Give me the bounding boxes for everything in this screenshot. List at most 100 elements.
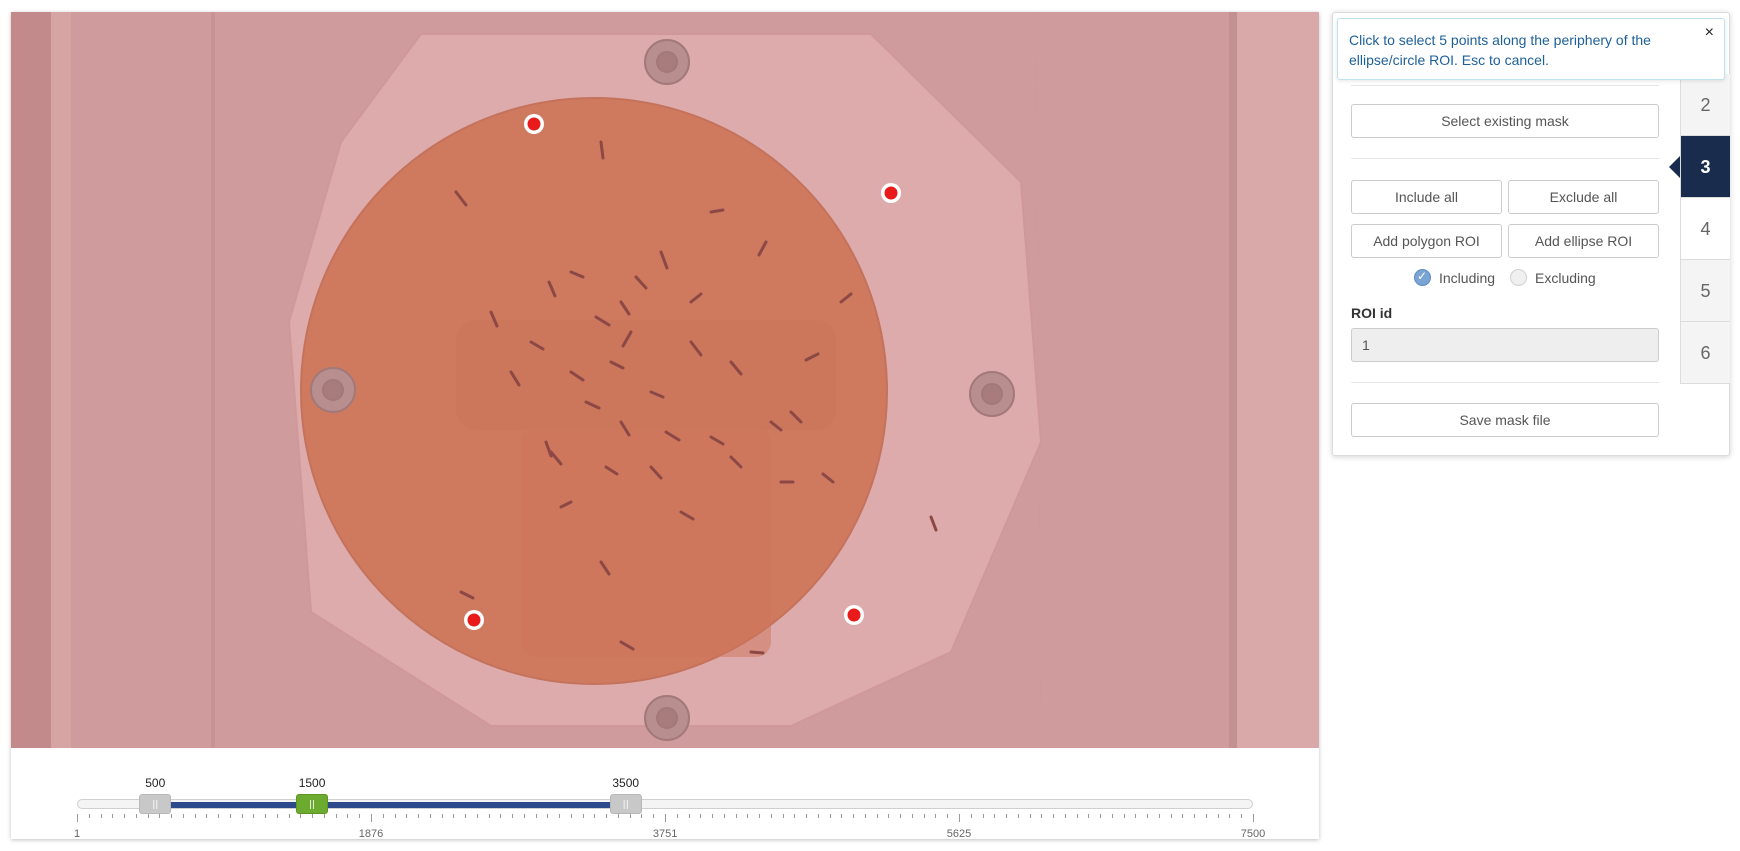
range-end-label: 3500 xyxy=(612,776,640,790)
slider-tick xyxy=(429,814,431,818)
slider-tick xyxy=(88,814,90,818)
excluding-radio[interactable] xyxy=(1510,269,1527,286)
selected-range-fill xyxy=(155,802,626,808)
slider-tick xyxy=(1017,814,1019,818)
close-icon[interactable]: × xyxy=(1705,24,1714,42)
slider-tick xyxy=(582,814,584,818)
slider-tick xyxy=(559,814,561,818)
slider-tick xyxy=(535,814,537,818)
slider-tick xyxy=(147,814,149,818)
slider-tick xyxy=(406,814,408,818)
step-tab-2[interactable]: 2 xyxy=(1680,74,1730,136)
slider-tick xyxy=(135,814,137,818)
slider-tick xyxy=(1229,814,1231,818)
add-ellipse-roi-button[interactable]: Add ellipse ROI xyxy=(1508,224,1659,258)
axis-label: 1 xyxy=(73,828,81,840)
exclude-all-button[interactable]: Exclude all xyxy=(1508,180,1659,214)
slider-tick xyxy=(982,814,984,818)
add-polygon-roi-button[interactable]: Add polygon ROI xyxy=(1351,224,1502,258)
step-tab-4[interactable]: 4 xyxy=(1680,198,1730,260)
slider-tick xyxy=(1123,814,1125,818)
divider xyxy=(1351,382,1659,383)
slider-tick xyxy=(194,814,196,818)
slider-tick xyxy=(923,814,925,818)
slider-tick xyxy=(453,814,455,818)
slider-tick xyxy=(723,814,725,818)
excluding-label: Excluding xyxy=(1535,270,1596,286)
range-end-handle[interactable]: || xyxy=(609,794,642,814)
divider xyxy=(1351,85,1659,86)
step-tab-6[interactable]: 6 xyxy=(1680,322,1730,384)
instruction-popover: Click to select 5 points along the perip… xyxy=(1337,18,1725,80)
slider-tick xyxy=(1111,814,1113,818)
slider-tick xyxy=(817,814,819,818)
roi-id-label: ROI id xyxy=(1351,305,1393,321)
frame-image[interactable] xyxy=(11,12,1319,748)
slider-tick xyxy=(1158,814,1160,818)
slider-tick xyxy=(382,814,384,818)
slider-tick xyxy=(900,814,902,818)
video-frame[interactable] xyxy=(11,12,1319,748)
slider-tick xyxy=(911,814,913,818)
axis-label: 3751 xyxy=(652,828,678,840)
slider-tick xyxy=(1170,814,1172,818)
slider-tick xyxy=(100,814,102,818)
video-viewer: 500 1500 3500 || || || 1 1876 3751 5625 … xyxy=(11,12,1319,840)
include-all-button[interactable]: Include all xyxy=(1351,180,1502,214)
range-start-handle[interactable]: || xyxy=(139,794,172,814)
slider-tick xyxy=(1182,814,1184,818)
slider-tick xyxy=(1205,814,1207,818)
slider-tick xyxy=(335,814,337,818)
including-radio[interactable] xyxy=(1414,269,1431,286)
divider xyxy=(1351,158,1659,159)
slider-tick xyxy=(653,814,655,818)
step-tab-5[interactable]: 5 xyxy=(1680,260,1730,322)
slider-tick xyxy=(665,814,666,822)
save-mask-file-button[interactable]: Save mask file xyxy=(1351,403,1659,437)
slider-tick xyxy=(441,814,443,818)
slider-tick xyxy=(253,814,255,818)
slider-tick xyxy=(371,814,372,822)
select-existing-mask-button[interactable]: Select existing mask xyxy=(1351,104,1659,138)
slider-tick xyxy=(676,814,678,818)
slider-tick xyxy=(688,814,690,818)
instruction-text: Click to select 5 points along the perip… xyxy=(1349,32,1651,68)
slider-tick xyxy=(159,814,161,818)
slider-tick xyxy=(876,814,878,818)
slider-tick xyxy=(465,814,467,818)
slider-tick xyxy=(747,814,749,818)
slider-tick xyxy=(1041,814,1043,818)
slider-tick xyxy=(1088,814,1090,818)
slider-tick xyxy=(1253,814,1254,822)
range-start-label: 500 xyxy=(145,776,166,790)
slider-tick xyxy=(241,814,243,818)
slider-tick xyxy=(512,814,514,818)
slider-tick xyxy=(853,814,855,818)
slider-tick xyxy=(476,814,478,818)
axis-label: 1876 xyxy=(358,828,384,840)
step-tab-3[interactable]: 3 xyxy=(1680,136,1730,198)
slider-tick xyxy=(323,814,325,818)
roi-id-field[interactable]: 1 xyxy=(1351,328,1659,362)
slider-tick xyxy=(1135,814,1137,818)
slider-tick xyxy=(829,814,831,818)
slider-tick xyxy=(1053,814,1055,818)
active-step-pointer xyxy=(1669,156,1680,178)
current-frame-handle[interactable]: || xyxy=(296,794,329,814)
axis-label: 7500 xyxy=(1240,828,1266,840)
slider-tick xyxy=(1217,814,1219,818)
frame-range-slider[interactable]: 500 1500 3500 || || || 1 1876 3751 5625 … xyxy=(11,748,1319,840)
slider-tick xyxy=(206,814,208,818)
slider-tick xyxy=(1006,814,1008,818)
slider-tick xyxy=(547,814,549,818)
slider-tick xyxy=(770,814,772,818)
slider-tick xyxy=(712,814,714,818)
slider-tick xyxy=(759,814,761,818)
slider-tick xyxy=(300,814,302,818)
slider-tick xyxy=(570,814,572,818)
slider-tick xyxy=(594,814,596,818)
mask-overlay xyxy=(11,12,1319,748)
slider-tick xyxy=(1147,814,1149,818)
slider-tick xyxy=(641,814,643,818)
slider-tick xyxy=(947,814,949,818)
